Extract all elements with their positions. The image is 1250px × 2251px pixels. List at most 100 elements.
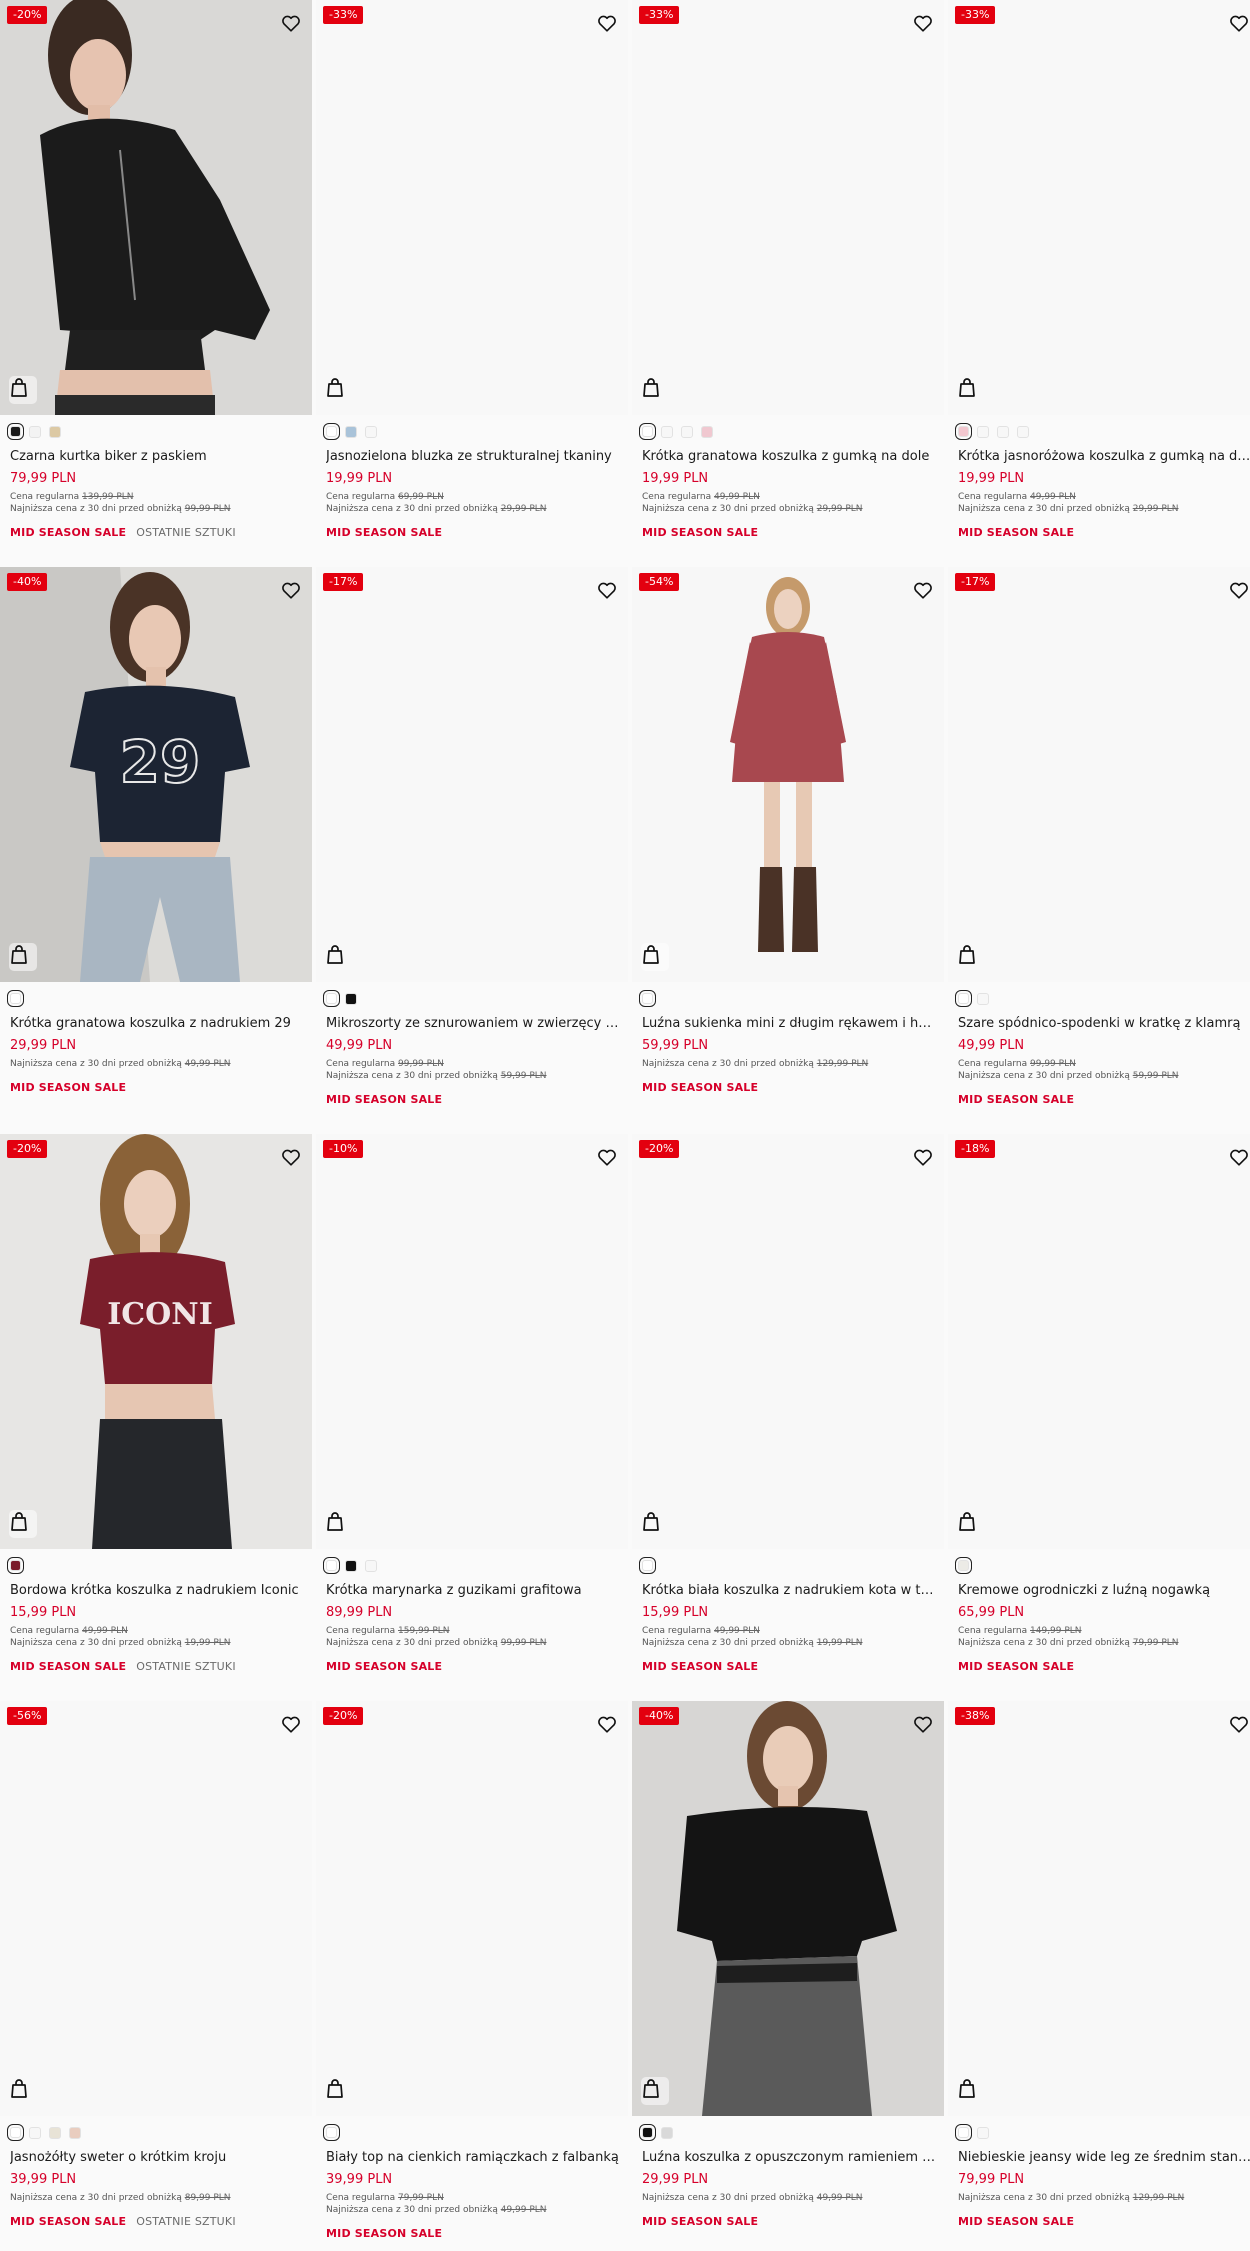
product-card[interactable]: -33% Jasnozielona bluzka ze strukturalnej… [316,0,628,560]
product-image[interactable]: -33% [948,0,1250,415]
shopping-bag-icon[interactable] [641,2077,669,2105]
shopping-bag-icon[interactable] [9,943,37,971]
product-card[interactable]: -56% Jasnożółty sweter o krótkim kroju 39,… [0,1701,312,2251]
product-name[interactable]: Czarna kurtka biker z paskiem [10,448,306,466]
color-swatch[interactable] [323,423,340,440]
heart-icon[interactable] [280,12,302,34]
color-swatch[interactable] [69,2127,81,2139]
product-name[interactable]: Krótka marynarka z guzikami grafitowa [326,1582,622,1600]
color-swatch[interactable] [955,423,972,440]
product-image[interactable]: 29 -40% [0,567,312,982]
product-card[interactable]: -38% Niebieskie jeansy wide leg ze średni… [948,1701,1250,2251]
heart-icon[interactable] [912,579,934,601]
shopping-bag-icon[interactable] [9,1510,37,1538]
heart-icon[interactable] [1228,579,1250,601]
product-card[interactable]: -54% Luźna sukienka mini z długim rękawem… [632,567,944,1127]
product-card[interactable]: -10% Krótka marynarka z guzikami grafitow… [316,1134,628,1694]
color-swatch[interactable] [29,2127,41,2139]
color-swatch[interactable] [323,990,340,1007]
shopping-bag-icon[interactable] [325,1510,353,1538]
color-swatch[interactable] [977,426,989,438]
shopping-bag-icon[interactable] [641,1510,669,1538]
color-swatch[interactable] [345,1560,357,1572]
product-name[interactable]: Szare spódnico-spodenki w kratkę z klamr… [958,1015,1250,1033]
color-swatch[interactable] [365,1560,377,1572]
product-image[interactable]: -17% [948,567,1250,982]
heart-icon[interactable] [1228,12,1250,34]
product-name[interactable]: Luźna sukienka mini z długim rękawem i h… [642,1015,938,1033]
heart-icon[interactable] [912,1713,934,1735]
shopping-bag-icon[interactable] [957,1510,985,1538]
color-swatch[interactable] [639,990,656,1007]
product-name[interactable]: Bordowa krótka koszulka z nadrukiem Icon… [10,1582,306,1600]
product-image[interactable]: -18% [948,1134,1250,1549]
product-name[interactable]: Luźna koszulka z opuszczonym ramieniem c… [642,2149,938,2167]
color-swatch[interactable] [955,990,972,1007]
shopping-bag-icon[interactable] [957,2077,985,2105]
product-image[interactable]: -20% [0,0,312,415]
heart-icon[interactable] [596,12,618,34]
color-swatch[interactable] [639,2124,656,2141]
product-image[interactable]: -33% [316,0,628,415]
color-swatch[interactable] [49,426,61,438]
color-swatch[interactable] [323,1557,340,1574]
color-swatch[interactable] [955,2124,972,2141]
product-image[interactable]: -33% [632,0,944,415]
product-image[interactable]: -20% [632,1134,944,1549]
color-swatch[interactable] [681,426,693,438]
product-card[interactable]: -20% Biały top na cienkich ramiączkach z … [316,1701,628,2251]
color-swatch[interactable] [977,993,989,1005]
color-swatch[interactable] [701,426,713,438]
color-swatch[interactable] [661,2127,673,2139]
product-name[interactable]: Krótka granatowa koszulka z gumką na dol… [642,448,938,466]
product-image[interactable]: -54% [632,567,944,982]
product-card[interactable]: -20% Czarna kurtka biker z paskiem 79,99 P… [0,0,312,560]
shopping-bag-icon[interactable] [957,376,985,404]
color-swatch[interactable] [29,426,41,438]
heart-icon[interactable] [280,1146,302,1168]
shopping-bag-icon[interactable] [325,2077,353,2105]
color-swatch[interactable] [639,423,656,440]
color-swatch[interactable] [955,1557,972,1574]
shopping-bag-icon[interactable] [957,943,985,971]
heart-icon[interactable] [912,12,934,34]
product-name[interactable]: Jasnozielona bluzka ze strukturalnej tka… [326,448,622,466]
product-name[interactable]: Biały top na cienkich ramiączkach z falb… [326,2149,622,2167]
product-card[interactable]: -20% Krótka biała koszulka z nadrukiem ko… [632,1134,944,1694]
product-card[interactable]: -40% Luźna koszulka z opuszczonym ramieni… [632,1701,944,2251]
product-image[interactable]: ICONI -20% [0,1134,312,1549]
heart-icon[interactable] [280,579,302,601]
product-card[interactable]: -17% Szare spódnico-spodenki w kratkę z k… [948,567,1250,1127]
product-name[interactable]: Krótka biała koszulka z nadrukiem kota w… [642,1582,938,1600]
color-swatch[interactable] [7,2124,24,2141]
heart-icon[interactable] [596,1713,618,1735]
color-swatch[interactable] [639,1557,656,1574]
product-card[interactable]: -33% Krótka granatowa koszulka z gumką na… [632,0,944,560]
color-swatch[interactable] [997,426,1009,438]
product-card[interactable]: 29 -40% Krótka granatowa koszulka z nadru… [0,567,312,1127]
product-card[interactable]: -18% Kremowe ogrodniczki z luźną nogawką 6… [948,1134,1250,1694]
color-swatch[interactable] [345,426,357,438]
color-swatch[interactable] [345,993,357,1005]
product-card[interactable]: -17% Mikroszorty ze sznurowaniem w zwierz… [316,567,628,1127]
product-image[interactable]: -38% [948,1701,1250,2116]
color-swatch[interactable] [365,426,377,438]
product-image[interactable]: -10% [316,1134,628,1549]
product-image[interactable]: -56% [0,1701,312,2116]
heart-icon[interactable] [912,1146,934,1168]
product-name[interactable]: Krótka jasnoróżowa koszulka z gumką na d… [958,448,1250,466]
color-swatch[interactable] [661,426,673,438]
shopping-bag-icon[interactable] [9,2077,37,2105]
product-name[interactable]: Mikroszorty ze sznurowaniem w zwierzęcy … [326,1015,622,1033]
shopping-bag-icon[interactable] [325,943,353,971]
product-name[interactable]: Kremowe ogrodniczki z luźną nogawką [958,1582,1250,1600]
color-swatch[interactable] [977,2127,989,2139]
shopping-bag-icon[interactable] [325,376,353,404]
heart-icon[interactable] [1228,1146,1250,1168]
color-swatch[interactable] [323,2124,340,2141]
heart-icon[interactable] [596,1146,618,1168]
product-card[interactable]: ICONI -20% Bordowa krótka koszulka z nadr… [0,1134,312,1694]
shopping-bag-icon[interactable] [9,376,37,404]
shopping-bag-icon[interactable] [641,376,669,404]
color-swatch[interactable] [7,1557,24,1574]
